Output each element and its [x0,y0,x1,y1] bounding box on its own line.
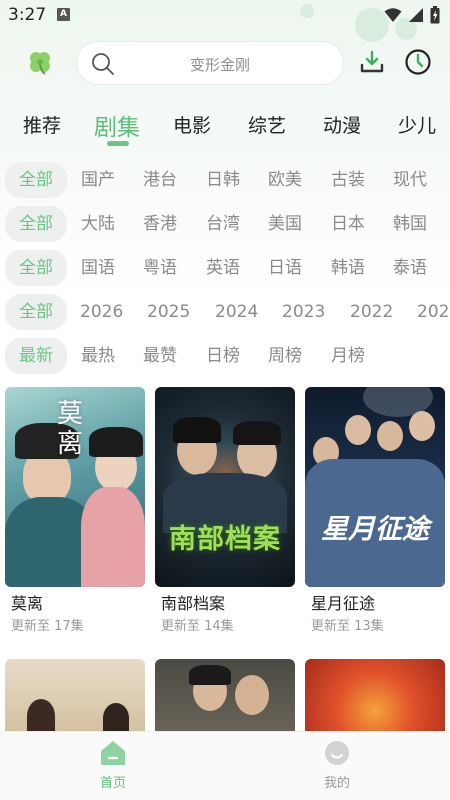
filter-chip[interactable]: 古装 [331,162,365,198]
show-episode-status: 更新至 14集 [161,619,234,634]
show-episode-status: 更新至 17集 [11,619,84,634]
show-title: 星月征途 [311,594,376,613]
filter-chip[interactable]: 香港 [143,206,177,242]
filter-chip[interactable]: 韩国 [393,206,427,242]
filter-chip[interactable]: 港台 [143,162,177,198]
show-title: 莫离 [11,594,44,613]
show-episode-status: 更新至 13集 [311,619,384,634]
filter-chip[interactable]: 月榜 [331,338,365,374]
filter-chip[interactable]: 粤语 [143,250,177,286]
poster-title-text: 南部档案 [169,524,281,555]
notification-icon: A [57,8,70,21]
filter-chip[interactable]: 英语 [206,250,240,286]
show-poster: 星月征途 [305,387,445,587]
filter-chip-selected[interactable]: 最新 [5,338,67,374]
filter-chip[interactable]: 2026 [80,294,123,330]
filter-chip-selected[interactable]: 全部 [5,162,67,198]
filter-chip[interactable]: 周榜 [268,338,302,374]
filter-chip[interactable]: 2025 [147,294,190,330]
poster-title-text: 莫离 [57,399,84,459]
filter-row-type: 全部 国产 港台 日韩 欧美 古装 现代 [0,161,450,201]
tab-recommend[interactable]: 推荐 [23,111,61,157]
filter-chip-selected[interactable]: 全部 [5,206,67,242]
tab-anime[interactable]: 动漫 [323,111,361,157]
filter-chip[interactable]: 2022 [350,294,393,330]
app-root: 3:27 A 变形金刚 推荐 剧集 电影 综艺 动漫 少儿 全部 国产 港台 日… [0,0,450,800]
nav-profile[interactable]: 我的 [287,740,387,791]
filter-chip[interactable]: 韩语 [331,250,365,286]
filter-row-language: 全部 国语 粤语 英语 日语 韩语 泰语 [0,249,450,289]
filter-chip[interactable]: 国产 [81,162,115,198]
show-poster: 莫离 [5,387,145,587]
filter-chip[interactable]: 美国 [268,206,302,242]
download-button[interactable] [356,46,388,78]
download-icon [360,50,384,73]
filter-chip[interactable]: 大陆 [81,206,115,242]
nav-home-label: 首页 [99,776,126,791]
battery-icon [430,6,440,24]
filter-chip[interactable]: 最赞 [143,338,177,374]
filter-chip[interactable]: 2023 [282,294,325,330]
history-button[interactable] [402,46,434,78]
filter-chip[interactable]: 台湾 [206,206,240,242]
search-bar[interactable]: 变形金刚 [76,41,344,85]
tab-movie[interactable]: 电影 [173,111,211,157]
nav-profile-label: 我的 [323,776,350,791]
filter-chip[interactable]: 日语 [268,250,302,286]
show-card[interactable]: 莫离 莫离 更新至 17集 [5,387,145,634]
tab-series[interactable]: 剧集 [94,108,140,154]
filter-chip[interactable]: 国语 [81,250,115,286]
profile-icon [325,741,349,765]
status-time: 3:27 [8,5,47,25]
clover-logo-icon [30,52,50,75]
tab-variety[interactable]: 综艺 [248,111,286,157]
filter-chip[interactable]: 日本 [331,206,365,242]
show-title: 南部档案 [161,594,226,613]
filter-chip-selected[interactable]: 全部 [5,294,67,330]
show-poster-partial[interactable] [155,659,295,733]
filter-row-sort: 最新 最热 最赞 日榜 周榜 月榜 [0,337,450,377]
filter-chip[interactable]: 泰语 [393,250,427,286]
wifi-icon [384,8,402,22]
active-tab-indicator [107,141,129,146]
poster-title-text: 星月征途 [321,514,429,545]
nav-home[interactable]: 首页 [63,740,163,791]
app-logo [20,42,60,82]
search-icon [92,53,114,75]
bottom-nav: 首页 我的 [0,731,450,800]
filter-chip[interactable]: 日韩 [206,162,240,198]
tab-kids[interactable]: 少儿 [398,111,436,157]
filter-chip[interactable]: 欧美 [268,162,302,198]
filter-chip[interactable]: 现代 [393,162,427,198]
status-icons [384,6,440,24]
signal-icon [409,8,423,22]
show-poster: 南部档案 [155,387,295,587]
filter-row-year: 全部 2026 2025 2024 2023 2022 202 [0,293,450,333]
home-icon [101,741,125,765]
show-poster-partial[interactable] [305,659,445,733]
status-bar: 3:27 A [0,0,450,32]
show-card[interactable]: 星月征途 星月征途 更新至 13集 [305,387,445,634]
filter-chip[interactable]: 2024 [215,294,258,330]
category-tabs: 推荐 剧集 电影 综艺 动漫 少儿 [0,100,450,150]
search-placeholder: 变形金刚 [189,56,250,74]
filter-chip[interactable]: 202 [417,294,449,330]
filter-chip[interactable]: 最热 [81,338,115,374]
clock-icon [405,49,431,75]
show-card[interactable]: 南部档案 南部档案 更新至 14集 [155,387,295,634]
filter-row-region: 全部 大陆 香港 台湾 美国 日本 韩国 [0,205,450,245]
show-poster-partial[interactable] [5,659,145,733]
filter-chip-selected[interactable]: 全部 [5,250,67,286]
filter-chip[interactable]: 日榜 [206,338,240,374]
